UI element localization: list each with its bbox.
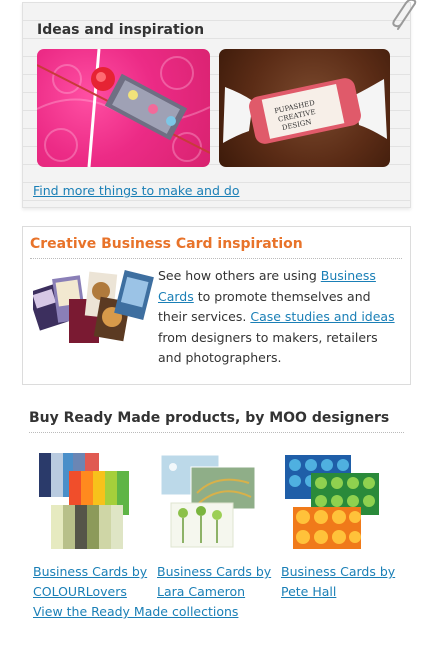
view-ready-made-link[interactable]: View the Ready Made collections bbox=[33, 604, 238, 619]
colourlovers-link-line2[interactable]: COLOURLovers bbox=[33, 584, 127, 599]
ideas-panel: Ideas and inspiration PUPASHED CREATIVE … bbox=[22, 0, 417, 208]
divider bbox=[30, 258, 402, 259]
pete-hall-cards-image[interactable] bbox=[281, 453, 381, 549]
creative-title: Creative Business Card inspiration bbox=[30, 236, 303, 252]
lara-cameron-cards-image[interactable] bbox=[157, 453, 257, 549]
creative-text-1: See how others are using bbox=[158, 268, 321, 283]
colourlovers-link-line1[interactable]: Business Cards by bbox=[33, 564, 147, 579]
business-cards-image[interactable] bbox=[33, 269, 155, 345]
lara-cameron-link-line1[interactable]: Business Cards by bbox=[157, 564, 271, 579]
divider bbox=[29, 432, 404, 433]
product-lara-cameron: Business Cards by Lara Cameron bbox=[157, 453, 275, 602]
gift-wrap-image[interactable] bbox=[37, 49, 210, 167]
candy-wrapper-image[interactable]: PUPASHED CREATIVE DESIGN bbox=[219, 49, 390, 167]
colourlovers-cards-image[interactable] bbox=[33, 453, 133, 549]
colourlovers-link[interactable]: Business Cards by COLOURLovers bbox=[33, 562, 151, 602]
pete-hall-link-line2[interactable]: Pete Hall bbox=[281, 584, 336, 599]
product-colourlovers: Business Cards by COLOURLovers bbox=[33, 453, 151, 602]
product-pete-hall: Business Cards by Pete Hall bbox=[281, 453, 399, 602]
ideas-title: Ideas and inspiration bbox=[37, 22, 205, 38]
paperclip-icon bbox=[392, 0, 417, 30]
pete-hall-link-line1[interactable]: Business Cards by bbox=[281, 564, 395, 579]
pete-hall-link[interactable]: Business Cards by Pete Hall bbox=[281, 562, 399, 602]
case-studies-link[interactable]: Case studies and ideas bbox=[250, 309, 394, 324]
creative-inspiration-box: Creative Business Card inspiration See h… bbox=[22, 226, 411, 385]
ready-made-title: Buy Ready Made products, by MOO designer… bbox=[29, 410, 390, 426]
creative-description: See how others are using Business Cards … bbox=[158, 266, 403, 369]
creative-text-3: from designers to makers, retailers and … bbox=[158, 329, 378, 366]
lara-cameron-link-line2[interactable]: Lara Cameron bbox=[157, 584, 245, 599]
lara-cameron-link[interactable]: Business Cards by Lara Cameron bbox=[157, 562, 275, 602]
find-more-link[interactable]: Find more things to make and do bbox=[33, 183, 239, 198]
